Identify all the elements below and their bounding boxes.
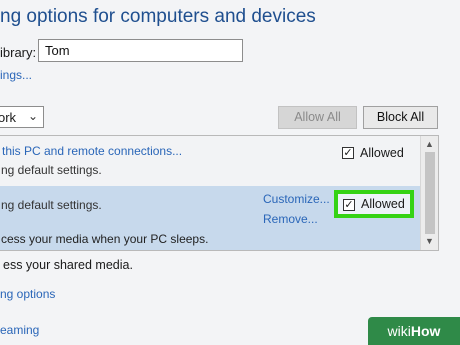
page-title: ng options for computers and devices xyxy=(0,6,316,27)
remove-link[interactable]: Remove... xyxy=(263,212,318,226)
scrollbar-thumb[interactable] xyxy=(425,152,435,234)
logo-wiki-text: wiki xyxy=(387,323,411,339)
device-row-link[interactable]: this PC and remote connections... xyxy=(2,144,182,158)
streaming-link[interactable]: eaming xyxy=(0,323,39,337)
device-row-description: ng default settings. xyxy=(1,163,102,177)
library-name-input[interactable]: Tom xyxy=(38,39,243,62)
logo-how-text: How xyxy=(410,323,441,339)
checkbox-checked-icon: ✓ xyxy=(343,199,355,211)
allowed-label: Allowed xyxy=(361,197,405,211)
allow-all-button[interactable]: Allow All xyxy=(278,106,357,129)
device-row-detail: cess your media when your PC sleeps. xyxy=(1,232,209,246)
shared-media-text: ess your shared media. xyxy=(3,258,133,272)
customize-link[interactable]: Customize... xyxy=(263,192,330,206)
settings-link[interactable]: ings... xyxy=(0,68,32,82)
allowed-checkbox-highlight[interactable]: ✓ Allowed xyxy=(334,190,414,218)
network-dropdown-value: ork xyxy=(0,110,17,125)
scroll-up-icon[interactable]: ▲ xyxy=(425,139,434,149)
streaming-options-link[interactable]: ng options xyxy=(0,287,55,301)
checkbox-checked-icon: ✓ xyxy=(342,147,354,159)
selected-device-row[interactable]: ng default settings. cess your media whe… xyxy=(0,186,420,250)
network-dropdown[interactable]: ork ⌄ xyxy=(0,106,44,128)
device-row-description: ng default settings. xyxy=(1,198,102,212)
allowed-label: Allowed xyxy=(360,146,404,160)
chevron-down-icon: ⌄ xyxy=(27,109,38,123)
wikihow-logo: wikiHow xyxy=(368,317,460,345)
library-name-label: ibrary: xyxy=(0,45,37,60)
device-list: this PC and remote connections... ng def… xyxy=(0,135,439,251)
list-scrollbar[interactable]: ▲ ▼ xyxy=(420,136,438,250)
scroll-down-icon[interactable]: ▼ xyxy=(425,236,434,246)
block-all-button[interactable]: Block All xyxy=(363,106,438,129)
